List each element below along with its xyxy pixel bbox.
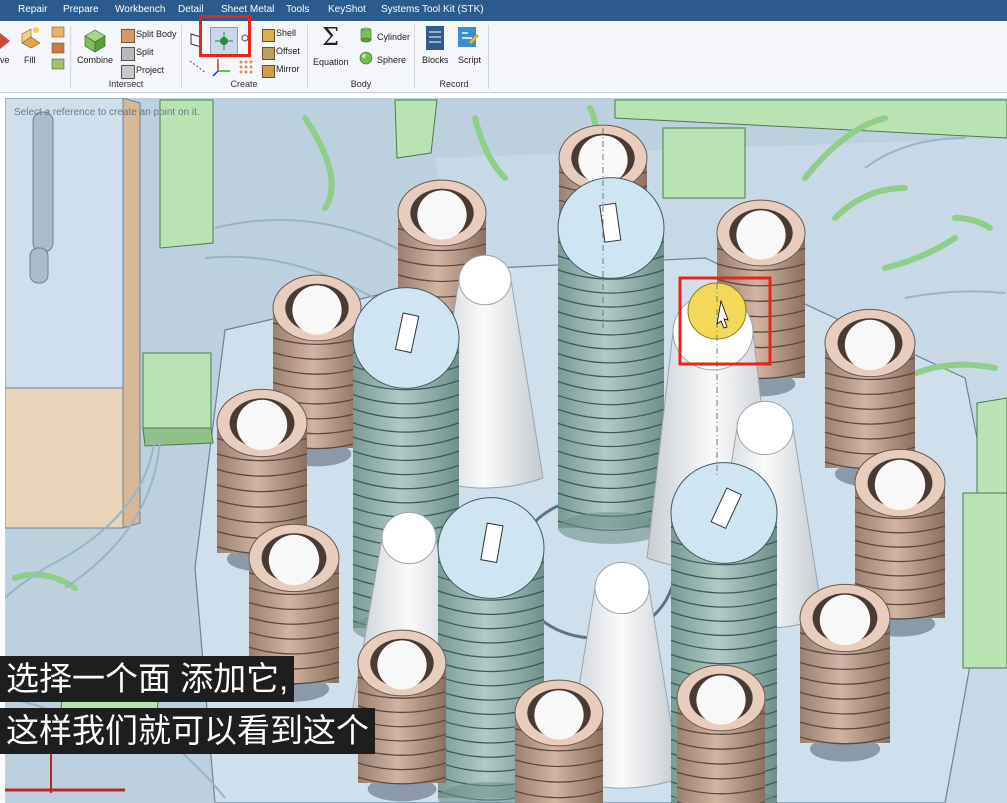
menu-bar: Repair Prepare Workbench Detail Sheet Me… — [0, 0, 1007, 21]
blocks-icon — [426, 26, 444, 50]
menu-stk[interactable]: Systems Tool Kit (STK) — [381, 4, 484, 15]
shell-icon — [262, 29, 275, 42]
sphere-button[interactable]: Sphere — [377, 55, 406, 65]
combine-button[interactable]: Combine — [77, 55, 113, 65]
project-icon — [121, 65, 135, 79]
cylinder-icon — [360, 27, 372, 43]
split-body-button[interactable]: Split Body — [136, 29, 177, 39]
project-button[interactable]: Project — [136, 65, 164, 75]
script-icon — [458, 27, 480, 47]
split-button[interactable]: Split — [136, 47, 154, 57]
insulator-column[interactable] — [514, 679, 604, 803]
subtitle-line-1: 选择一个面 添加它, — [0, 656, 295, 702]
cylinder-button[interactable]: Cylinder — [377, 32, 410, 42]
fill-button[interactable]: Fill — [24, 55, 36, 65]
insulator-column[interactable] — [676, 664, 766, 803]
fill-sub-icons[interactable] — [50, 25, 66, 75]
status-hint-text: Select a reference to create an point on… — [14, 107, 200, 118]
offset-icon — [262, 47, 275, 60]
script-button[interactable]: Script — [458, 55, 481, 65]
offset-button[interactable]: Offset — [276, 46, 300, 56]
subtitle-line-2: 这样我们就可以看到这个 — [0, 708, 375, 754]
record-group-label: Record — [439, 79, 469, 89]
pattern-icon[interactable] — [238, 59, 254, 75]
combine-icon — [82, 27, 108, 55]
menu-repair[interactable]: Repair — [18, 4, 47, 15]
sigma-icon: Σ — [322, 23, 339, 51]
partial-tool-icon — [0, 33, 10, 49]
line-icon[interactable] — [188, 59, 208, 75]
mirror-button[interactable]: Mirror — [276, 64, 300, 74]
menu-keyshot[interactable]: KeyShot — [328, 4, 366, 15]
fill-icon — [20, 25, 42, 49]
equation-button[interactable]: Equation — [313, 57, 349, 67]
create-group-label: Create — [230, 79, 258, 89]
sphere-icon — [359, 51, 373, 65]
menu-workbench[interactable]: Workbench — [115, 4, 165, 15]
split-icon — [121, 47, 135, 61]
partial-button-label[interactable]: ve — [0, 55, 10, 65]
menu-prepare[interactable]: Prepare — [63, 4, 99, 15]
shell-button[interactable]: Shell — [276, 28, 296, 38]
blocks-button[interactable]: Blocks — [422, 55, 449, 65]
body-group-label: Body — [350, 79, 372, 89]
ribbon-toolbar: ve Fill Combine Split Body Split Project… — [0, 15, 1007, 93]
intersect-group-label: Intersect — [108, 79, 144, 89]
split-body-icon — [121, 29, 135, 43]
menu-detail[interactable]: Detail — [178, 4, 204, 15]
axis-icon[interactable] — [212, 57, 232, 77]
menu-sheet-metal[interactable]: Sheet Metal — [221, 4, 274, 15]
point-tool-highlight-box — [199, 15, 251, 57]
ribbed-cylinder[interactable] — [557, 177, 665, 544]
insulator-column[interactable] — [799, 583, 891, 762]
mirror-icon — [262, 65, 275, 78]
menu-tools[interactable]: Tools — [286, 4, 309, 15]
